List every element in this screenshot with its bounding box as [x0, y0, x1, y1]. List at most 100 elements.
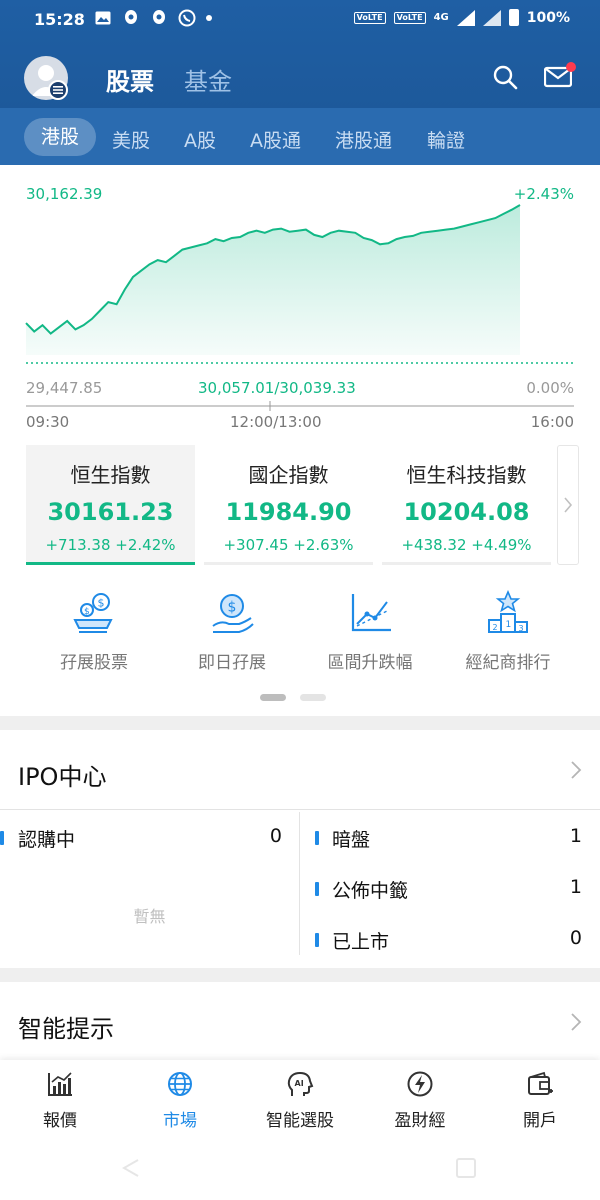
- index-card-hsi[interactable]: 恒生指數 30161.23 +713.38 +2.42%: [26, 445, 195, 565]
- ipo-bullet: [315, 831, 319, 845]
- index-card-hscei[interactable]: 國企指數 11984.90 +307.45 +2.63%: [204, 445, 373, 565]
- volte-icon: VoLTE: [353, 11, 386, 24]
- time-start-label: 09:30: [26, 413, 70, 431]
- image-icon: [94, 9, 112, 27]
- tab-stocks[interactable]: 股票: [106, 62, 154, 97]
- quick-action-label: 即日孖展: [198, 653, 266, 673]
- empty-state: 暫無: [133, 907, 166, 926]
- ipo-item-listed[interactable]: 已上市 0: [300, 927, 600, 955]
- subtab-warrants[interactable]: 輪證: [427, 126, 465, 153]
- chart-bottom-change: 0.00%: [526, 379, 574, 397]
- nav-label: 盈財經: [394, 1111, 446, 1131]
- subtab-a-shares[interactable]: A股: [184, 126, 216, 153]
- ai-head-icon: AI: [287, 1071, 314, 1096]
- smart-tips-title[interactable]: 智能提示: [18, 1009, 114, 1044]
- globe-icon: [168, 1072, 192, 1096]
- app-notification-icon: [122, 9, 140, 27]
- menu-badge-icon[interactable]: [48, 80, 68, 100]
- index-chart[interactable]: 30,162.39 +2.43% 29,447.85 30,057.01/30,…: [0, 175, 600, 440]
- recents-icon[interactable]: [454, 1156, 478, 1180]
- quick-action-margin-stocks[interactable]: $ $ 孖展股票: [24, 590, 164, 673]
- quick-action-broker-ranking[interactable]: 1 2 3 經紀商排行: [438, 589, 578, 673]
- section-separator: [0, 716, 600, 730]
- search-icon[interactable]: [492, 64, 520, 92]
- svg-text:$: $: [84, 607, 90, 617]
- index-value: 30161.23: [47, 498, 174, 526]
- broker-ranking-icon: 1 2 3: [488, 589, 528, 633]
- status-time: 15:28: [34, 10, 85, 29]
- subtab-hk-stocks[interactable]: 港股: [24, 118, 96, 156]
- nav-smart-picks[interactable]: AI 智能選股: [240, 1070, 360, 1131]
- more-notifications-icon: [206, 15, 212, 21]
- back-icon[interactable]: [118, 1156, 142, 1180]
- nav-label: 智能選股: [266, 1111, 334, 1131]
- market-subtabs: 港股 美股 A股 A股通 港股通 輪證: [0, 108, 600, 165]
- nav-label: 報價: [43, 1111, 77, 1131]
- nav-open-account[interactable]: 開戶: [480, 1070, 600, 1131]
- unread-dot: [566, 62, 576, 72]
- index-name: 恒生指數: [70, 463, 151, 487]
- mail-icon[interactable]: [543, 62, 576, 94]
- quick-actions: $ $ 孖展股票 $ 即日孖展 區間升跌幅 1 2 3 經紀商排行: [0, 589, 600, 680]
- chevron-right-icon[interactable]: [568, 1010, 584, 1034]
- chart-plot: [25, 204, 574, 411]
- index-cards: 恒生指數 30161.23 +713.38 +2.42% 國企指數 11984.…: [26, 445, 586, 567]
- system-status: VoLTE VoLTE 4G 100%: [353, 9, 570, 26]
- battery-level: 100%: [526, 9, 570, 26]
- ipo-item-label: 公佈中籤: [332, 880, 409, 902]
- svg-text:AI: AI: [295, 1079, 304, 1088]
- whatsapp-icon: [178, 9, 196, 27]
- nav-label: 開戶: [523, 1111, 557, 1131]
- quick-action-label: 經紀商排行: [465, 653, 551, 673]
- subtab-us-stocks[interactable]: 美股: [112, 126, 150, 153]
- time-mid-label: 12:00/13:00: [230, 413, 322, 431]
- page-dot[interactable]: [300, 694, 326, 701]
- nav-quotes[interactable]: 報價: [0, 1070, 120, 1131]
- index-name: 恒生科技指數: [406, 463, 527, 487]
- ipo-bullet: [315, 882, 319, 896]
- ipo-item-count: 1: [569, 825, 582, 847]
- nav-finance-news[interactable]: 盈財經: [360, 1070, 480, 1131]
- notification-icons: [94, 9, 212, 27]
- ipo-title[interactable]: IPO中心: [18, 757, 106, 792]
- chevron-right-icon[interactable]: [568, 758, 584, 782]
- battery-icon: [508, 9, 519, 26]
- app-header: 15:28 VoLTE VoLTE 4G 100% 股票 基金 港股 美股 A股…: [0, 0, 600, 165]
- bottom-navigation: 報價 市場 AI 智能選股 盈財經 開戶: [0, 1060, 600, 1138]
- ipo-item-subscribing[interactable]: 認購中 0: [0, 825, 299, 853]
- chart-low-label: 29,447.85: [26, 379, 103, 397]
- system-navigation-bar: [0, 1138, 600, 1200]
- index-card-hstech[interactable]: 恒生科技指數 10204.08 +438.32 +4.49%: [382, 445, 551, 565]
- ipo-item-allotment[interactable]: 公佈中籤 1: [300, 876, 600, 904]
- quick-action-label: 孖展股票: [60, 653, 128, 673]
- index-value: 11984.90: [225, 498, 352, 526]
- svg-text:$: $: [98, 597, 105, 610]
- page-indicator: [0, 694, 600, 702]
- subtab-a-share-connect[interactable]: A股通: [250, 126, 301, 153]
- ipo-item-grey-market[interactable]: 暗盤 1: [300, 825, 600, 853]
- quick-action-range-change[interactable]: 區間升跌幅: [300, 590, 440, 673]
- intraday-margin-icon: $: [212, 594, 254, 633]
- next-cards-button[interactable]: [557, 445, 579, 565]
- ipo-item-count: 0: [569, 927, 582, 949]
- chart-mid-label: 30,057.01/30,039.33: [198, 379, 356, 397]
- lightning-icon: [407, 1071, 433, 1097]
- svg-text:$: $: [228, 600, 237, 616]
- index-change: +307.45 +2.63%: [223, 536, 354, 554]
- index-change: +713.38 +2.42%: [45, 536, 176, 554]
- chevron-right-icon: [564, 497, 573, 513]
- ipo-item-label: 認購中: [18, 829, 76, 851]
- quick-action-label: 區間升跌幅: [327, 653, 413, 673]
- quick-action-intraday-margin[interactable]: $ 即日孖展: [162, 590, 302, 673]
- index-name: 國企指數: [248, 463, 329, 487]
- signal-icon-2: [482, 9, 501, 26]
- wallet-icon: [528, 1071, 553, 1095]
- top-navigation: 股票 基金: [0, 50, 600, 108]
- nav-label: 市場: [163, 1111, 197, 1131]
- tab-funds[interactable]: 基金: [184, 62, 232, 97]
- ipo-bullet: [0, 831, 4, 845]
- chart-area-fill: [26, 205, 520, 355]
- subtab-hk-connect[interactable]: 港股通: [335, 126, 392, 153]
- page-dot-active[interactable]: [260, 694, 286, 701]
- nav-market[interactable]: 市場: [120, 1070, 240, 1131]
